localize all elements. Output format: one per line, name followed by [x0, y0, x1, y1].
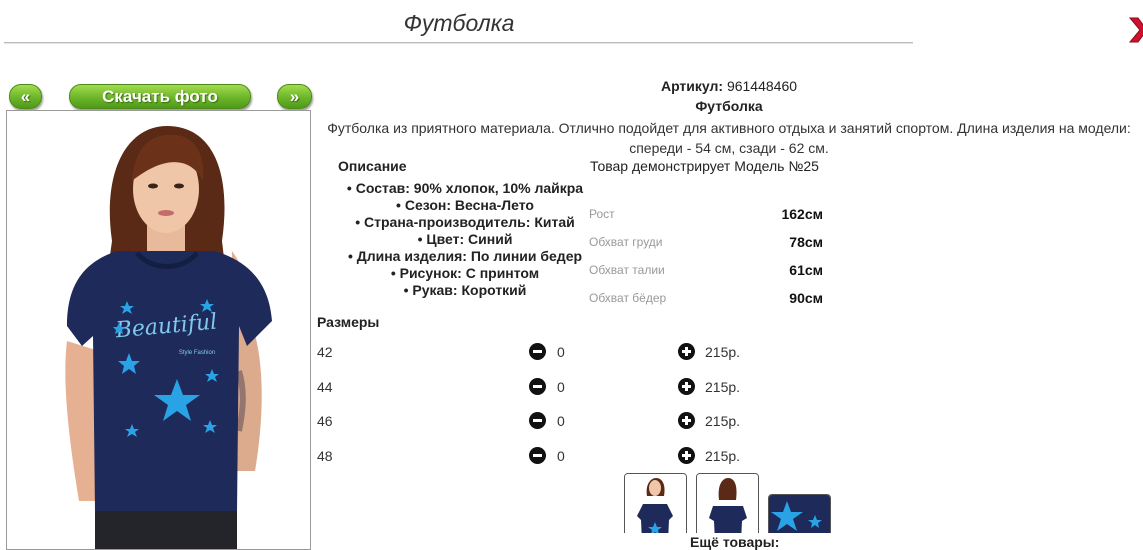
measurement-label: Обхват груди	[589, 235, 663, 249]
size-row-48: 48 0 215р.	[317, 445, 777, 467]
size-quantity: 0	[557, 413, 565, 429]
plus-circle-icon[interactable]	[678, 412, 695, 429]
attribute-item: Рукав: Короткий	[315, 282, 615, 299]
size-label: 42	[317, 344, 333, 360]
model-measurements: Рост 162см Обхват груди 78см Обхват тали…	[589, 200, 829, 312]
product-description: Футболка из приятного материала. Отлично…	[327, 120, 1131, 156]
size-label: 46	[317, 413, 333, 429]
product-name: Футболка	[695, 98, 763, 114]
minus-circle-icon[interactable]	[529, 412, 546, 429]
attribute-item: Страна-производитель: Китай	[315, 214, 615, 231]
measurement-row: Обхват талии 61см	[589, 256, 829, 284]
article-value: 961448460	[726, 78, 798, 94]
size-price: 215р.	[705, 379, 741, 395]
measurement-value: 78см	[789, 234, 823, 250]
attribute-item: Цвет: Синий	[315, 231, 615, 248]
measurement-label: Рост	[589, 207, 615, 221]
size-label: 44	[317, 379, 333, 395]
attribute-item: Рисунок: С принтом	[315, 265, 615, 282]
size-label: 48	[317, 448, 333, 464]
minus-circle-icon[interactable]	[529, 378, 546, 395]
size-row-46: 46 0 215р.	[317, 410, 777, 432]
plus-circle-icon[interactable]	[678, 378, 695, 395]
article-line: Артикул: 961448460	[314, 78, 1143, 94]
measurement-value: 90см	[789, 290, 823, 306]
more-products-heading: Ещё товары:	[690, 534, 780, 550]
minus-circle-icon[interactable]	[529, 343, 546, 360]
size-price: 215р.	[705, 448, 741, 464]
next-photo-button[interactable]: »	[277, 84, 312, 109]
plus-circle-icon[interactable]	[678, 447, 695, 464]
size-quantity: 0	[557, 344, 565, 360]
prev-photo-button[interactable]: «	[9, 84, 42, 109]
measurement-label: Обхват талии	[589, 263, 665, 277]
sizes-heading: Размеры	[317, 314, 380, 330]
shirt-print-subtext: Style Fashion	[179, 350, 215, 356]
download-photo-button[interactable]: Скачать фото	[69, 84, 251, 109]
size-row-42: 42 0 215р.	[317, 341, 777, 363]
attribute-list: Состав: 90% хлопок, 10% лайкра Сезон: Ве…	[315, 180, 615, 299]
minus-circle-icon[interactable]	[529, 447, 546, 464]
plus-circle-icon[interactable]	[678, 343, 695, 360]
attribute-item: Состав: 90% хлопок, 10% лайкра	[315, 180, 615, 197]
product-photo: Beautiful Style Fashion	[6, 110, 311, 550]
description-heading: Описание	[338, 158, 407, 174]
article-label: Артикул:	[660, 78, 724, 94]
measurement-value: 162см	[781, 206, 823, 222]
size-quantity: 0	[557, 379, 565, 395]
attribute-item: Сезон: Весна-Лето	[315, 197, 615, 214]
title-divider	[4, 42, 913, 44]
model-note: Товар демонстрирует Модель №25	[590, 158, 819, 174]
measurement-label: Обхват бёдер	[589, 291, 667, 305]
page-title: Футболка	[403, 10, 515, 36]
attribute-item: Длина изделия: По линии бедер	[315, 248, 615, 265]
size-quantity: 0	[557, 448, 565, 464]
close-icon[interactable]	[1124, 14, 1143, 46]
size-price: 215р.	[705, 344, 741, 360]
size-row-44: 44 0 215р.	[317, 376, 777, 398]
size-price: 215р.	[705, 413, 741, 429]
measurement-value: 61см	[789, 262, 823, 278]
measurement-row: Обхват груди 78см	[589, 228, 829, 256]
measurement-row: Рост 162см	[589, 200, 829, 228]
measurement-row: Обхват бёдер 90см	[589, 284, 829, 312]
